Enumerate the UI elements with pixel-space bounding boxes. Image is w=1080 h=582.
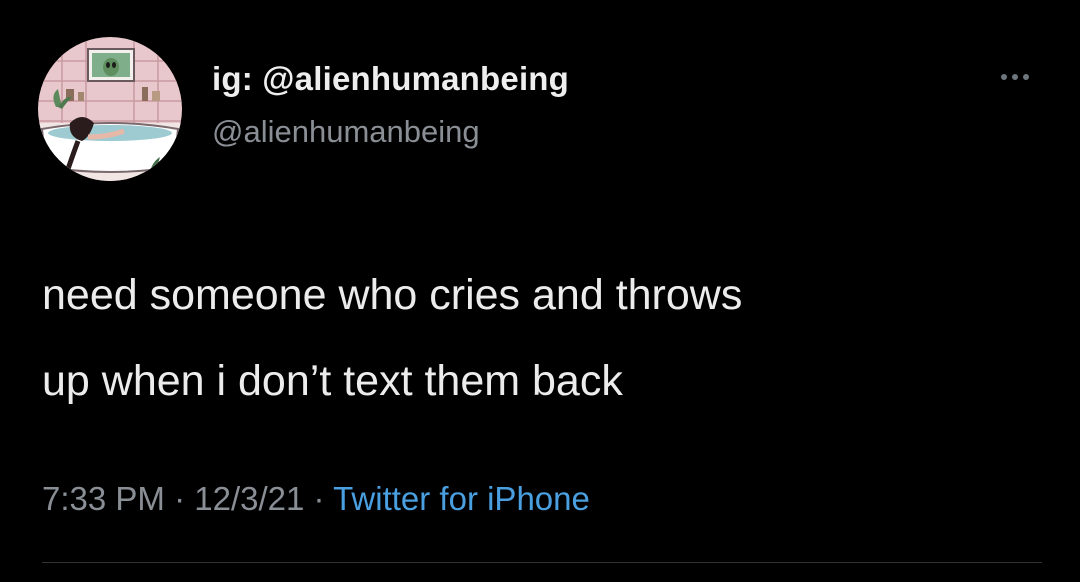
user-handle[interactable]: @alienhumanbeing [212, 114, 480, 150]
tweet-metadata: 7:33 PM · 12/3/21 · Twitter for iPhone [42, 480, 590, 518]
tweet-text: need someone who cries and throws up whe… [42, 252, 1042, 424]
more-dot [1023, 74, 1029, 80]
avatar-illustration [38, 37, 182, 181]
more-dot [1001, 74, 1007, 80]
more-dot [1012, 74, 1018, 80]
tweet-date: 12/3/21 [194, 480, 305, 517]
more-options-icon[interactable] [990, 62, 1040, 92]
tweet-time: 7:33 PM [42, 480, 165, 517]
divider [42, 562, 1042, 563]
tweet-text-line: up when i don’t text them back [42, 357, 623, 405]
meta-separator: · [304, 480, 334, 517]
tweet-source-link[interactable]: Twitter for iPhone [333, 480, 590, 517]
meta-separator: · [164, 480, 195, 517]
display-name[interactable]: ig: @alienhumanbeing [212, 60, 569, 98]
tweet-card: ig: @alienhumanbeing @alienhumanbeing ne… [0, 0, 1080, 582]
tweet-text-line: need someone who cries and throws [42, 271, 743, 319]
avatar[interactable] [38, 37, 182, 181]
